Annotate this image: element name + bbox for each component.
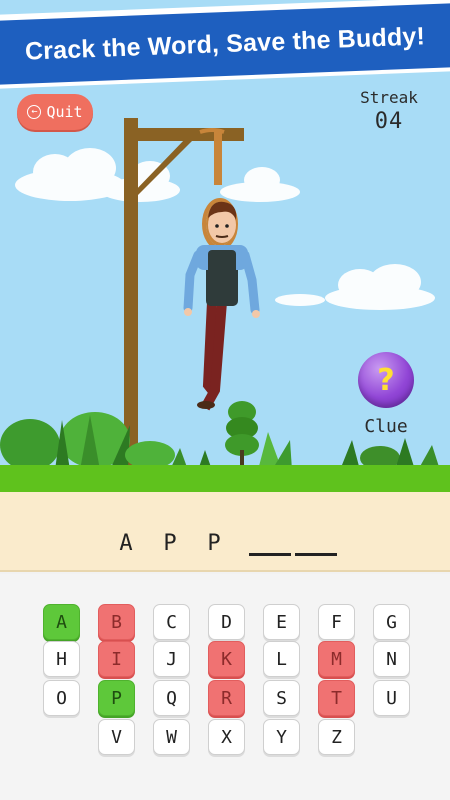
key-a[interactable]: A <box>43 604 80 640</box>
banner-title: Crack the Word, Save the Buddy! <box>24 21 426 66</box>
key-c[interactable]: C <box>153 604 190 640</box>
question-mark-icon: ? <box>358 352 414 408</box>
quit-button[interactable]: ← Quit <box>17 94 93 130</box>
title-banner: Crack the Word, Save the Buddy! <box>0 0 450 89</box>
shrub-center <box>225 401 292 470</box>
bush-left <box>0 412 175 471</box>
key-g[interactable]: G <box>373 604 410 640</box>
word-blanks <box>249 534 337 556</box>
game-scene: Crack the Word, Save the Buddy! ← Quit S… <box>0 0 450 492</box>
key-y[interactable]: Y <box>263 719 300 755</box>
cloud-top-right <box>220 167 300 202</box>
key-z[interactable]: Z <box>318 719 355 755</box>
key-q[interactable]: Q <box>153 680 190 716</box>
key-p[interactable]: P <box>98 680 135 716</box>
key-k[interactable]: K <box>208 641 245 677</box>
streak-label: Streak <box>360 88 418 107</box>
key-t[interactable]: T <box>318 680 355 716</box>
streak-value: 04 <box>374 109 404 134</box>
key-o[interactable]: O <box>43 680 80 716</box>
word-blank <box>249 534 291 556</box>
key-m[interactable]: M <box>318 641 355 677</box>
clue-glyph: ? <box>377 362 395 398</box>
grass-strip <box>0 465 450 492</box>
word-letter: P <box>163 531 177 556</box>
key-x[interactable]: X <box>208 719 245 755</box>
key-n[interactable]: N <box>373 641 410 677</box>
key-i[interactable]: I <box>98 641 135 677</box>
letter-keyboard: ABCDEFG HIJKLMN OPQRSTU VWXYZ <box>0 574 450 800</box>
streak-counter: Streak 04 <box>354 88 424 134</box>
word-letter: A <box>119 531 133 556</box>
quit-label: Quit <box>46 103 83 121</box>
key-r[interactable]: R <box>208 680 245 716</box>
cloud-right <box>275 264 435 310</box>
key-h[interactable]: H <box>43 641 80 677</box>
key-b[interactable]: B <box>98 604 135 640</box>
key-l[interactable]: L <box>263 641 300 677</box>
hanging-character <box>183 201 260 411</box>
key-v[interactable]: V <box>98 719 135 755</box>
key-w[interactable]: W <box>153 719 190 755</box>
key-e[interactable]: E <box>263 604 300 640</box>
key-j[interactable]: J <box>153 641 190 677</box>
key-s[interactable]: S <box>263 680 300 716</box>
word-display: A P P <box>0 492 450 572</box>
clue-label: Clue <box>364 416 408 437</box>
key-f[interactable]: F <box>318 604 355 640</box>
word-blank <box>295 534 337 556</box>
clue-button[interactable]: ? Clue <box>354 352 418 437</box>
word-letter: P <box>207 531 221 556</box>
back-arrow-circle-icon: ← <box>27 105 42 119</box>
key-d[interactable]: D <box>208 604 245 640</box>
key-u[interactable]: U <box>373 680 410 716</box>
